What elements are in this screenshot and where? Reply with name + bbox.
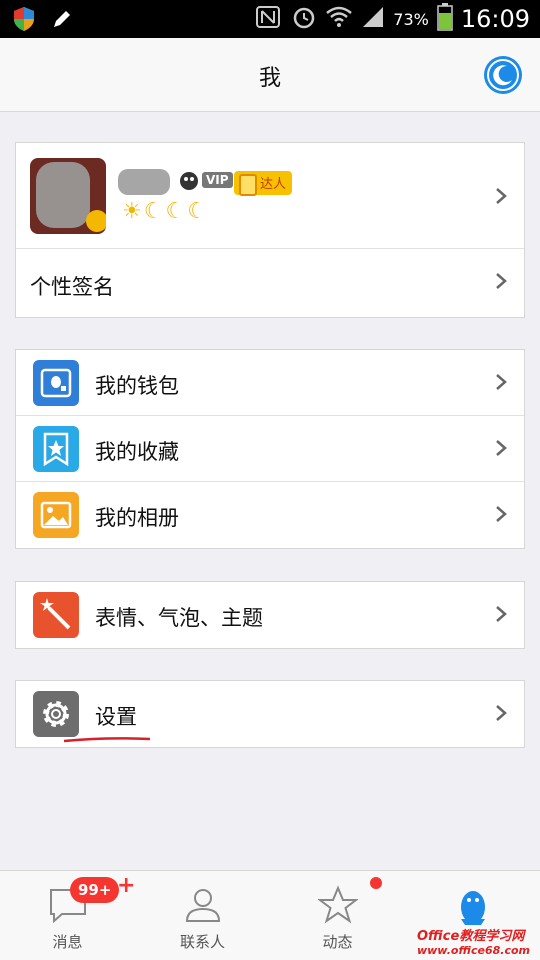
profile-row[interactable]: VIP 达人 ☀ ☾ ☾ ☾ <box>16 143 524 249</box>
profile-group: VIP 达人 ☀ ☾ ☾ ☾ 个性签名 <box>15 142 525 318</box>
signature-row[interactable]: 个性签名 <box>16 249 524 317</box>
sun-icon: ☀ <box>122 199 142 224</box>
album-row[interactable]: 我的相册 <box>16 482 524 548</box>
star-icon <box>318 885 358 924</box>
penguin-icon <box>180 172 198 190</box>
chevron-right-icon <box>496 188 507 204</box>
signature-label: 个性签名 <box>30 275 114 299</box>
personalize-group: 表情、气泡、主题 <box>15 581 525 649</box>
tab-contacts-label: 联系人 <box>179 933 225 951</box>
favorites-icon <box>33 426 79 472</box>
moon-level-icon: ☾ <box>187 199 207 224</box>
wifi-icon <box>325 4 353 34</box>
tab-feed-label: 动态 <box>322 933 353 951</box>
settings-icon <box>33 691 79 737</box>
chevron-right-icon <box>496 506 507 522</box>
signal-icon <box>361 5 385 33</box>
avatar <box>30 158 106 234</box>
moon-level-icon: ☾ <box>143 199 164 224</box>
tab-feed[interactable]: 动态 <box>270 871 405 960</box>
chevron-right-icon <box>496 705 507 721</box>
tab-contacts[interactable]: 联系人 <box>135 871 270 960</box>
tab-messages-label: 消息 <box>52 933 83 951</box>
album-label: 我的相册 <box>95 506 179 530</box>
clock: 16:09 <box>460 5 530 33</box>
chevron-right-icon <box>496 273 507 289</box>
tab-messages[interactable]: 99+ 消息 <box>0 871 136 960</box>
alarm-icon <box>291 4 317 34</box>
chevron-right-icon <box>496 374 507 390</box>
red-underline-annotation <box>63 737 151 743</box>
new-dot <box>370 877 382 889</box>
theme-row[interactable]: 表情、气泡、主题 <box>16 582 524 648</box>
vip-badge: VIP <box>178 169 233 191</box>
nickname <box>118 169 170 195</box>
daren-badge: 达人 <box>234 171 293 196</box>
unread-badge: 99+ <box>70 873 136 903</box>
magic-wand-icon <box>33 592 79 638</box>
tab-bar: 99+ 消息 联系人 动态 Office教程学习网 www.office68.c… <box>0 870 540 960</box>
wallet-row[interactable]: 我的钱包 <box>16 350 524 416</box>
page-title: 我 <box>258 66 281 91</box>
contact-icon <box>185 889 221 922</box>
album-icon <box>33 492 79 538</box>
penguin-icon <box>461 891 485 925</box>
wallet-label: 我的钱包 <box>95 374 179 398</box>
settings-label: 设置 <box>95 705 137 729</box>
night-mode-button[interactable] <box>484 56 522 94</box>
favorites-row[interactable]: 我的收藏 <box>16 416 524 482</box>
shield-icon <box>12 6 36 36</box>
level-icons: ☀ ☾ ☾ ☾ <box>122 201 207 223</box>
nfc-icon <box>253 4 283 34</box>
moon-icon <box>487 59 519 91</box>
battery-icon <box>437 3 453 35</box>
watermark: Office教程学习网 www.office68.com <box>416 929 530 957</box>
pencil-icon <box>50 7 74 35</box>
moon-level-icon: ☾ <box>165 199 186 224</box>
status-bar: 73% 16:09 <box>0 0 540 38</box>
favorites-label: 我的收藏 <box>95 440 179 464</box>
nav-bar: 我 <box>0 38 540 112</box>
wallet-icon <box>33 360 79 406</box>
battery-percent: 73% <box>393 9 429 29</box>
chevron-right-icon <box>496 440 507 456</box>
features-group: 我的钱包 我的收藏 我的相册 <box>15 349 525 549</box>
theme-label: 表情、气泡、主题 <box>95 606 263 630</box>
chevron-right-icon <box>496 606 507 622</box>
